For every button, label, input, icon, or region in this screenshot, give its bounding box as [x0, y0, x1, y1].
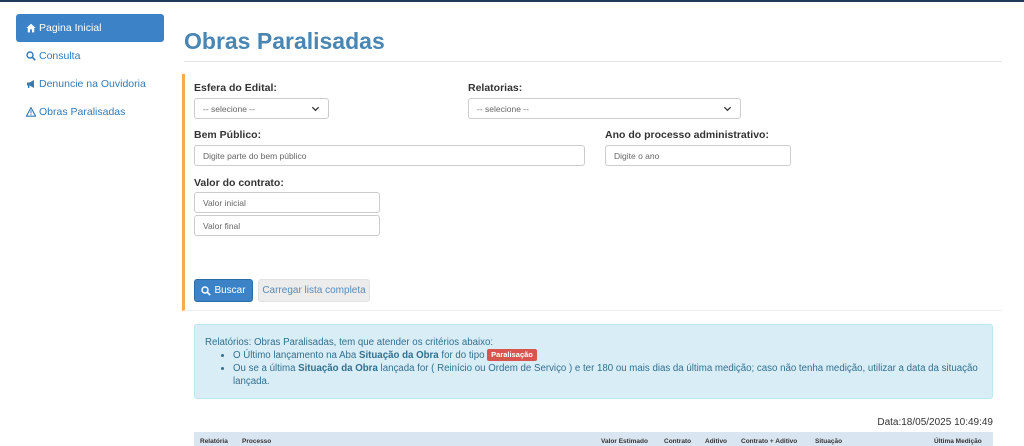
criteria-item: Ou se a última Situação da Obra lançada …	[233, 362, 982, 388]
carregar-lista-label: Carregar lista completa	[262, 285, 366, 296]
esfera-select-value: -- selecione --	[203, 103, 255, 114]
column-header-ultima-medicao: Última Medição	[934, 438, 982, 445]
criteria-bold: Situação da Obra	[359, 350, 439, 361]
sidebar-item-label: Obras Paralisadas	[39, 106, 126, 118]
sidebar-item-denuncie-ouvidoria[interactable]: Denuncie na Ouvidoria	[16, 70, 164, 98]
column-header-contrato-aditivo: Contrato + Aditivo	[741, 438, 798, 445]
search-icon	[201, 285, 212, 296]
valor-final-input[interactable]: Valor final	[194, 215, 380, 236]
info-intro: Relatórios: Obras Paralisadas, tem que a…	[205, 337, 494, 348]
valor-contrato-label: Valor do contrato:	[194, 177, 284, 189]
sidebar-item-consulta[interactable]: Consulta	[16, 42, 164, 70]
column-header-aditivo: Aditivo	[705, 438, 728, 445]
criteria-text: O Último lançamento na Aba	[233, 350, 360, 361]
chevron-down-icon	[723, 106, 732, 112]
warning-icon	[26, 107, 36, 117]
sidebar-item-label: Pagina Inicial	[39, 22, 102, 34]
results-table-header: Relatória Processo Valor Estimado Contra…	[194, 432, 993, 446]
report-date: Data:18/05/2025 10:49:49	[877, 417, 993, 428]
ano-processo-input[interactable]: Digite o ano	[605, 145, 791, 166]
relatorias-select-value: -- selecione --	[477, 103, 529, 114]
megaphone-icon	[27, 80, 34, 88]
column-header-relatoria: Relatória	[200, 438, 228, 445]
criteria-text: for do tipo	[438, 350, 488, 361]
sidebar-item-pagina-inicial[interactable]: Pagina Inicial	[16, 14, 164, 42]
sidebar-item-obras-paralisadas[interactable]: Obras Paralisadas	[16, 98, 164, 126]
buscar-button-label: Buscar	[214, 285, 246, 296]
valor-inicial-input[interactable]: Valor inicial	[194, 192, 380, 213]
bem-publico-placeholder: Digite parte do bem público	[203, 150, 307, 161]
column-header-valor-estimado: Valor Estimado	[601, 438, 648, 445]
sidebar-item-label: Consulta	[39, 50, 81, 62]
criteria-info-box: Relatórios: Obras Paralisadas, tem que a…	[194, 324, 993, 399]
paralisacao-badge: Paralisação	[487, 349, 537, 361]
esfera-label: Esfera do Edital:	[194, 82, 277, 94]
search-form-panel: Esfera do Edital: -- selecione -- Relato…	[182, 74, 1002, 311]
home-icon	[26, 23, 36, 33]
carregar-lista-button[interactable]: Carregar lista completa	[258, 279, 370, 302]
ano-processo-placeholder: Digite o ano	[614, 150, 660, 161]
esfera-select[interactable]: -- selecione --	[194, 98, 329, 119]
criteria-bold: Situação da Obra	[298, 363, 378, 374]
relatorias-label: Relatorias:	[468, 82, 523, 94]
criteria-item: O Último lançamento na Aba Situação da O…	[233, 349, 982, 362]
ano-processo-label: Ano do processo administrativo:	[605, 129, 769, 141]
valor-inicial-placeholder: Valor inicial	[203, 197, 246, 208]
bem-publico-input[interactable]: Digite parte do bem público	[194, 145, 585, 166]
buscar-button[interactable]: Buscar	[194, 279, 253, 302]
search-icon	[26, 51, 36, 61]
criteria-text: Ou se a última	[233, 363, 299, 374]
criteria-list: O Último lançamento na Aba Situação da O…	[233, 349, 982, 388]
sidebar: Pagina Inicial Consulta Denuncie na Ouvi…	[16, 14, 164, 126]
chevron-down-icon	[311, 106, 320, 112]
sidebar-item-label: Denuncie na Ouvidoria	[39, 78, 146, 90]
top-border	[0, 0, 1024, 2]
relatorias-select[interactable]: -- selecione --	[468, 98, 741, 119]
column-header-contrato: Contrato	[664, 438, 692, 445]
title-divider	[184, 61, 1002, 62]
column-header-processo: Processo	[242, 438, 272, 445]
page-title: Obras Paralisadas	[184, 28, 385, 54]
bem-publico-label: Bem Público:	[194, 129, 262, 141]
valor-final-placeholder: Valor final	[203, 220, 241, 231]
column-header-situacao: Situação	[815, 438, 843, 445]
